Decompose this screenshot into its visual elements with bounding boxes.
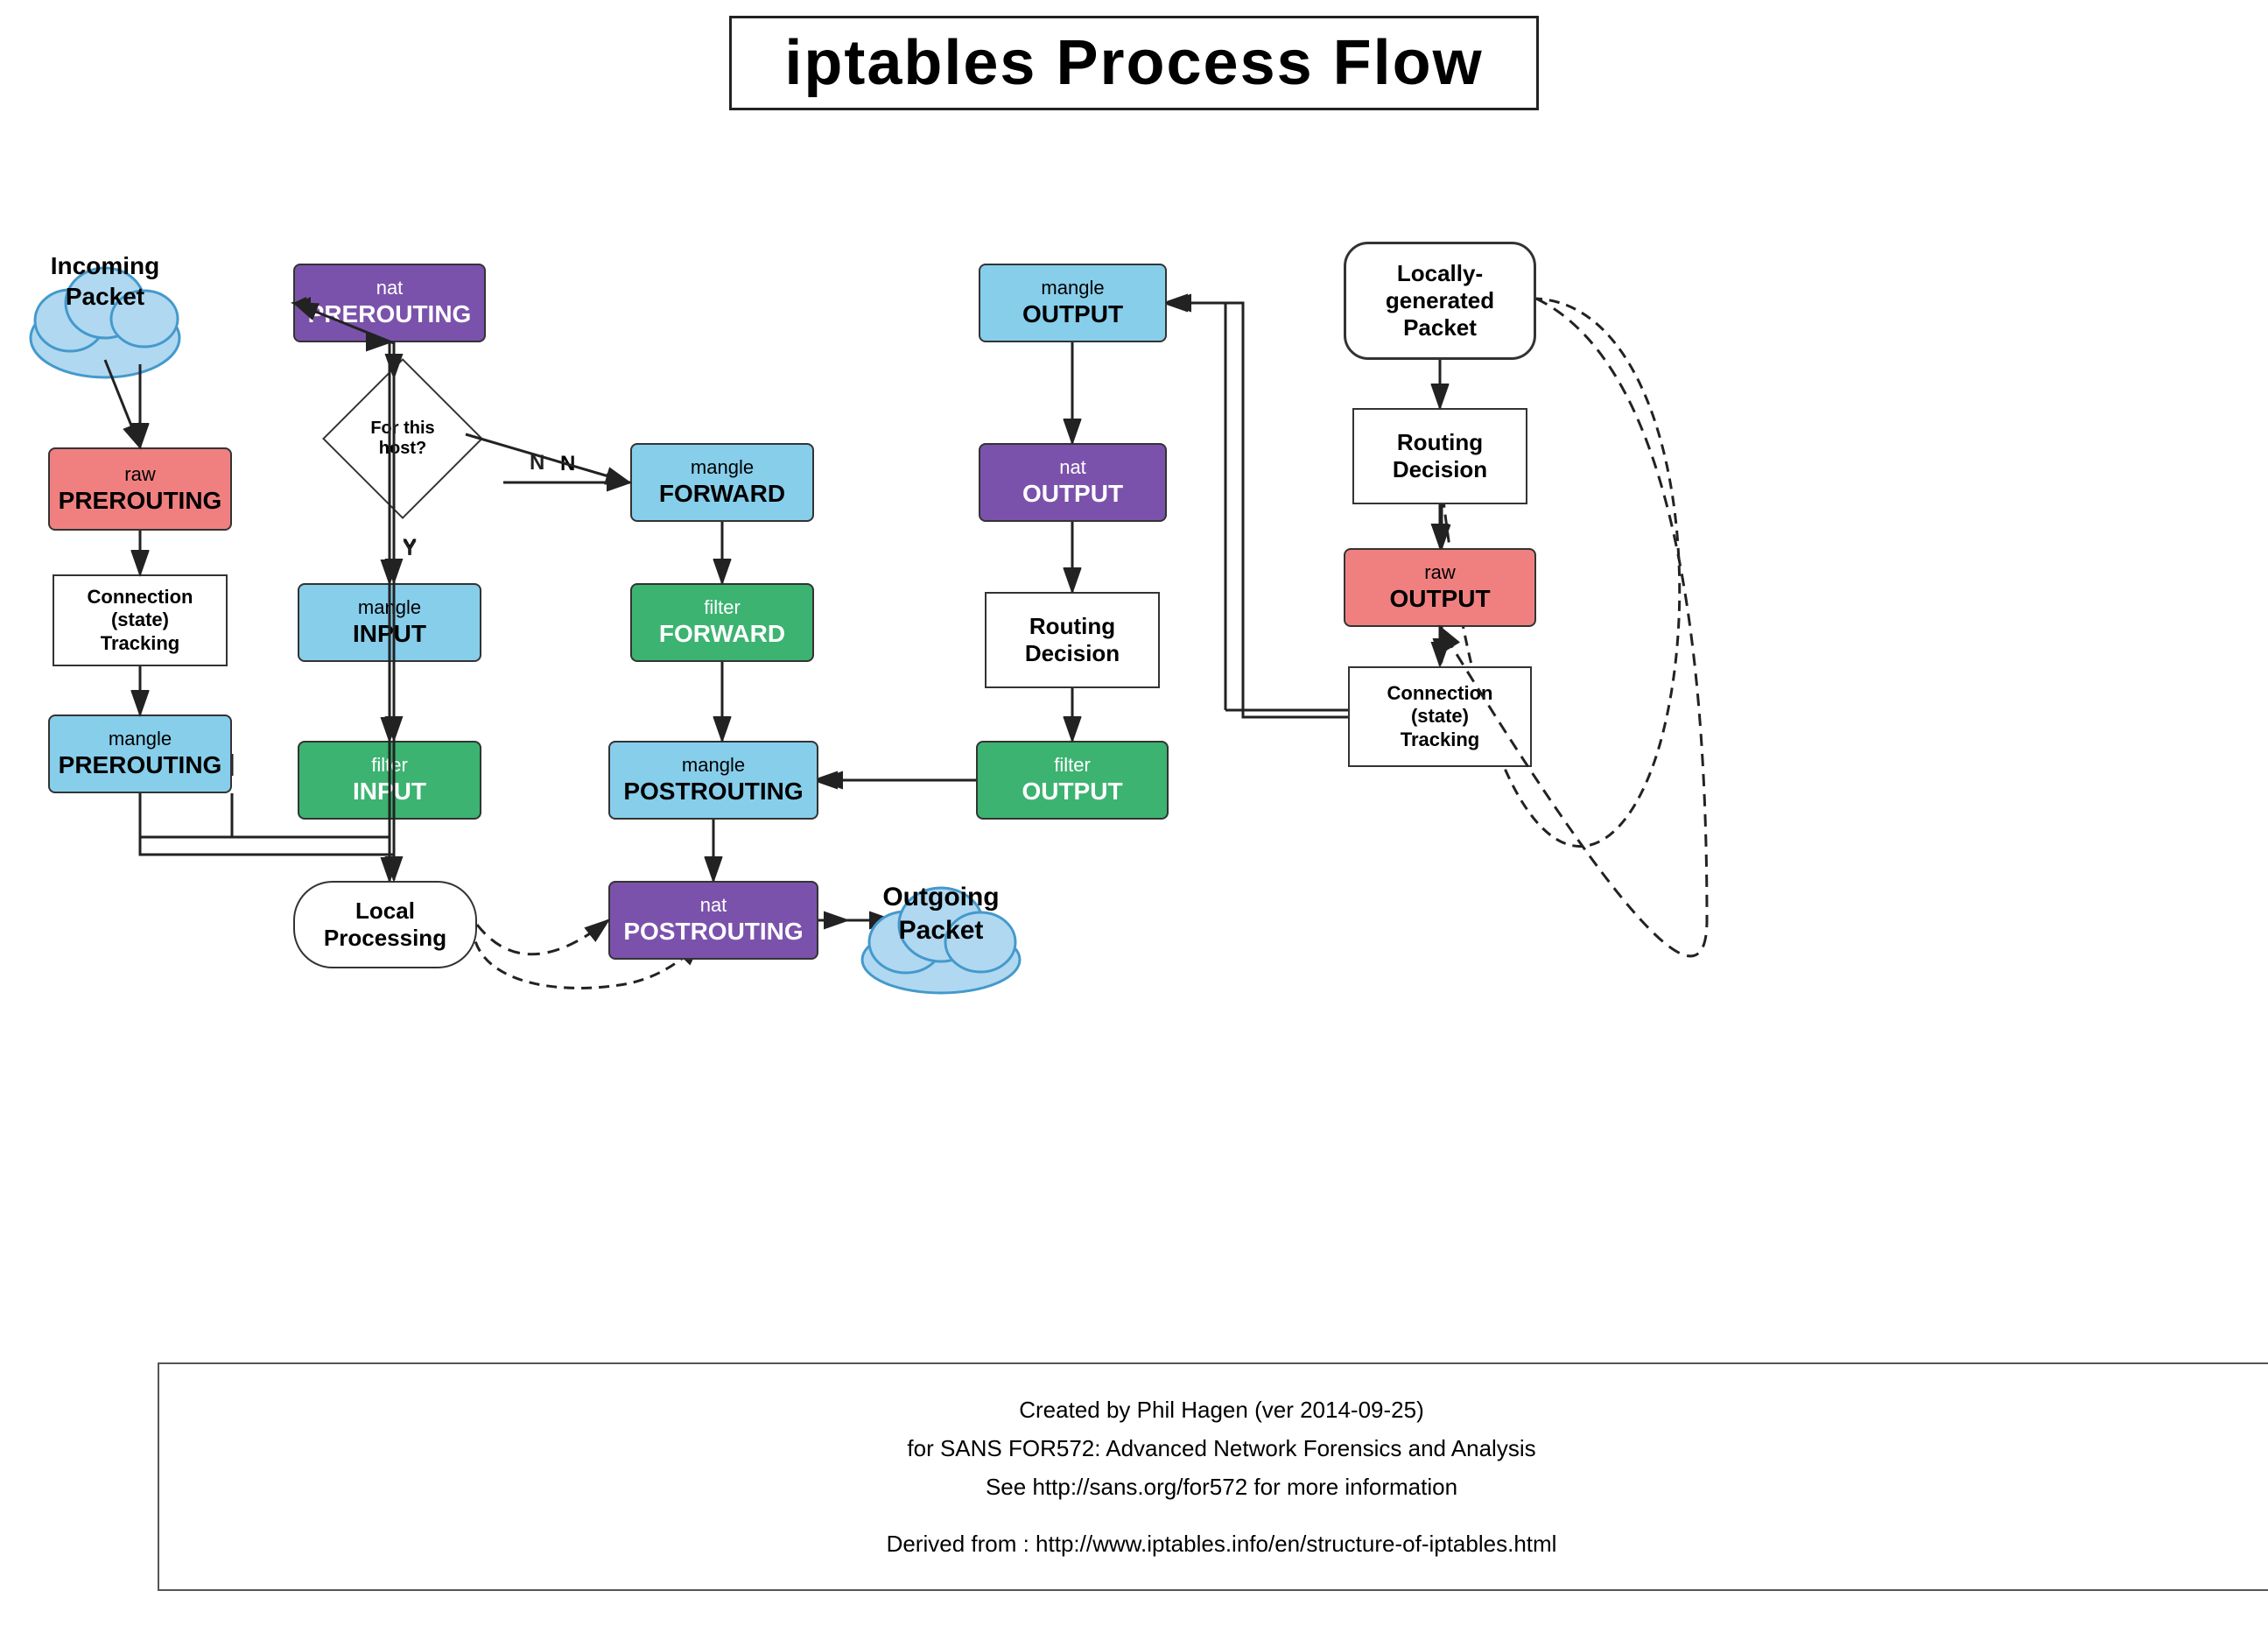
filter-output: filter OUTPUT <box>976 741 1169 820</box>
outgoing-packet-label: OutgoingPacket <box>849 881 1033 947</box>
nat-output: nat OUTPUT <box>979 443 1167 522</box>
footer-line1: Created by Phil Hagen (ver 2014-09-25) <box>186 1390 2257 1429</box>
footer-line3: See http://sans.org/for572 for more info… <box>186 1468 2257 1506</box>
page-title: iptables Process Flow <box>0 0 2268 119</box>
footer-line5: Derived from : http://www.iptables.info/… <box>186 1524 2257 1563</box>
mangle-output: mangle OUTPUT <box>979 264 1167 342</box>
raw-prerouting: raw PREROUTING <box>48 447 232 531</box>
routing-decision-2: Routing Decision <box>985 592 1160 688</box>
diagram: Incoming Packet raw PREROUTING Connectio… <box>0 119 2268 1362</box>
conn-tracking-1: Connection (state) Tracking <box>53 574 228 666</box>
footer-line2: for SANS FOR572: Advanced Network Forens… <box>186 1429 2257 1468</box>
nat-prerouting: nat PREROUTING <box>293 264 486 342</box>
filter-forward: filter FORWARD <box>630 583 814 662</box>
n-label: N <box>560 452 575 476</box>
incoming-packet: Incoming Packet <box>18 207 193 399</box>
filter-input: filter INPUT <box>298 741 481 820</box>
routing-decision-3: Routing Decision <box>1352 408 1527 504</box>
footer: Created by Phil Hagen (ver 2014-09-25) f… <box>158 1362 2268 1591</box>
y-label: Y <box>403 535 417 560</box>
svg-text:N: N <box>530 451 544 475</box>
diamond-for-this-host: For thishost? <box>337 373 451 487</box>
outgoing-packet: OutgoingPacket <box>849 846 1033 1003</box>
raw-output: raw OUTPUT <box>1344 548 1536 627</box>
locally-generated: Locally- generated Packet <box>1344 242 1536 360</box>
incoming-packet-label: Incoming Packet <box>18 250 193 312</box>
mangle-forward: mangle FORWARD <box>630 443 814 522</box>
diamond-label: For thishost? <box>370 419 434 459</box>
conn-tracking-2: Connection (state) Tracking <box>1348 666 1532 767</box>
nat-postrouting: nat POSTROUTING <box>608 881 818 960</box>
local-processing: Local Processing <box>293 881 477 968</box>
mangle-input: mangle INPUT <box>298 583 481 662</box>
mangle-prerouting: mangle PREROUTING <box>48 714 232 793</box>
mangle-postrouting: mangle POSTROUTING <box>608 741 818 820</box>
